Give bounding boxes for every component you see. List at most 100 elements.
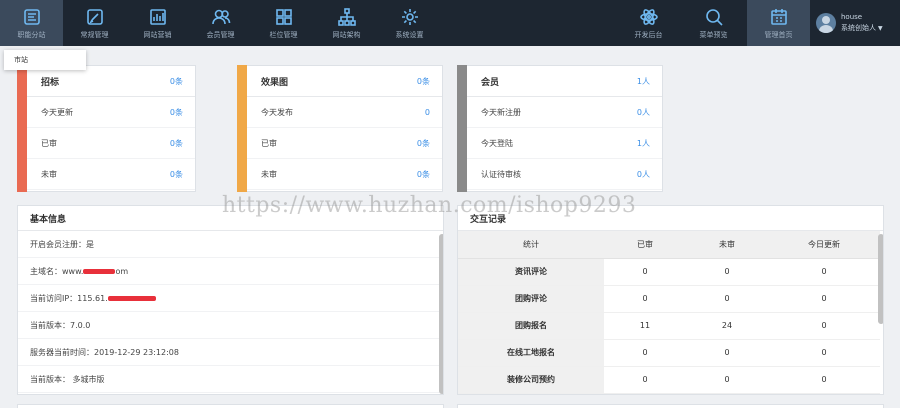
nav-item-branch[interactable]: 职能分站 (0, 0, 63, 46)
user-name: house (841, 13, 863, 21)
card-bidding: 招标 0条 今天更新 0条 已审 0条 未审 0条 (17, 65, 196, 192)
card-row-label: 已审 (41, 138, 57, 148)
calendar-icon (770, 8, 787, 25)
card-header: 会员 1人 (467, 66, 662, 97)
card-row-value[interactable]: 0条 (417, 169, 430, 180)
nav-item-menu-preview[interactable]: 菜单预览 (682, 0, 745, 46)
card-row-value[interactable]: 0 (425, 108, 430, 117)
sitemap-icon (337, 7, 356, 26)
card-row-value[interactable]: 0条 (170, 107, 183, 118)
cell: 0 (686, 258, 768, 286)
card-row: 今天登陆 1人 (467, 128, 662, 159)
row-label: 装修公司预约 (458, 366, 604, 394)
cell: 0 (768, 339, 880, 367)
user-role: 系统创始人 (841, 24, 876, 32)
nav-label: 职能分站 (17, 30, 46, 39)
table-row: 在线工地报名 0 0 0 (458, 339, 880, 367)
watermark: https://www.huzhan.com/ishop9293 (222, 193, 637, 218)
card-row-label: 今天登陆 (481, 138, 513, 148)
nav-label: 菜单预览 (699, 30, 728, 39)
cell: 24 (686, 312, 768, 340)
cell: 0 (686, 366, 768, 394)
card-row-value[interactable]: 0条 (417, 138, 430, 149)
cell: 0 (768, 258, 880, 286)
panel-edge (457, 404, 884, 408)
card-row: 认证待审核 0人 (467, 159, 662, 190)
nav-item-columns[interactable]: 栏位管理 (252, 0, 315, 46)
table-row: 团购报名 11 24 0 (458, 312, 880, 340)
card-row: 未审 0条 (247, 159, 442, 190)
card-renderings: 效果图 0条 今天发布 0 已审 0条 未审 0条 (237, 65, 443, 192)
edit-icon (86, 8, 103, 25)
nav-label: 网站营销 (143, 30, 172, 39)
cell: 0 (604, 258, 686, 286)
card-row-label: 今天发布 (261, 107, 293, 117)
user-menu[interactable]: house 系统创始人 ▼ (816, 0, 900, 46)
caret-down-icon: ▼ (878, 25, 883, 32)
info-row: 当前访问IP：115.61. (18, 285, 443, 312)
row-label: 团购评论 (458, 285, 604, 313)
cell: 0 (686, 339, 768, 367)
redaction-mark (107, 295, 156, 301)
card-row-value[interactable]: 0条 (170, 169, 183, 180)
row-label: 资讯评论 (458, 258, 604, 286)
card-header: 招标 0条 (27, 66, 195, 97)
card-row-value[interactable]: 0人 (637, 107, 650, 118)
scrollbar[interactable] (878, 234, 883, 324)
search-icon (705, 8, 723, 26)
info-text: 主域名：www. (30, 266, 84, 276)
card-members: 会员 1人 今天新注册 0人 今天登陆 1人 认证待审核 0人 (457, 65, 663, 192)
info-row: 开启会员注册：是 (18, 231, 443, 258)
card-total[interactable]: 0条 (417, 76, 430, 87)
nav-item-dev-backend[interactable]: 开发后台 (617, 0, 680, 46)
card-accent-bar (237, 65, 247, 192)
cell: 11 (604, 312, 686, 340)
card-row-label: 今天新注册 (481, 107, 521, 117)
cell: 0 (768, 366, 880, 394)
card-accent-bar (17, 65, 27, 192)
column-header: 统计 (458, 231, 604, 259)
card-row: 已审 0条 (247, 128, 442, 159)
nav-label: 常规管理 (80, 30, 109, 39)
card-row-label: 未审 (41, 169, 57, 179)
table-header-row: 统计 已审 未审 今日更新 (458, 231, 880, 259)
nav-label: 网站架构 (332, 30, 361, 39)
table-row: 装修公司预约 0 0 0 (458, 366, 880, 394)
nav-item-admin-home[interactable]: 管理首页 (747, 0, 810, 46)
nav-item-marketing[interactable]: 网站营销 (126, 0, 189, 46)
card-row: 未审 0条 (27, 159, 195, 190)
card-total[interactable]: 0条 (170, 76, 183, 87)
row-label: 在线工地报名 (458, 339, 604, 367)
card-title: 会员 (481, 77, 500, 88)
cell: 0 (604, 285, 686, 313)
dropdown-item-city-site[interactable]: 市站 (14, 56, 28, 64)
basic-info-panel: 基本信息 开启会员注册：是 主域名：www. om 当前访问IP：115.61. … (17, 205, 444, 395)
cell: 0 (604, 366, 686, 394)
card-row-value[interactable]: 0条 (170, 138, 183, 149)
info-text: 当前版本：7.0.0 (30, 320, 91, 330)
nav-item-settings[interactable]: 系统设置 (378, 0, 441, 46)
card-row: 今天发布 0 (247, 97, 442, 128)
nav-item-members[interactable]: 会员管理 (189, 0, 252, 46)
card-accent-bar (457, 65, 467, 192)
nav-label: 管理首页 (764, 30, 793, 39)
column-header: 未审 (686, 231, 768, 259)
branch-dropdown: 市站 (4, 50, 86, 70)
chart-icon (149, 8, 166, 25)
nav-item-general[interactable]: 常规管理 (63, 0, 126, 46)
cell: 0 (604, 339, 686, 367)
info-row: 当前版本：7.0.0 (18, 312, 443, 339)
card-row-value[interactable]: 1人 (637, 138, 650, 149)
atom-icon (639, 8, 658, 25)
card-row-value[interactable]: 0人 (637, 169, 650, 180)
scrollbar[interactable] (439, 234, 443, 394)
card-row: 今天新注册 0人 (467, 97, 662, 128)
card-total[interactable]: 1人 (637, 76, 650, 87)
panel-edge (17, 404, 444, 408)
info-text: 当前访问IP：115.61. (30, 293, 108, 303)
category-icon (23, 8, 40, 25)
nav-item-site-structure[interactable]: 网站架构 (315, 0, 378, 46)
table-row: 资讯评论 0 0 0 (458, 258, 880, 286)
table-row: 团购评论 0 0 0 (458, 285, 880, 313)
redaction-mark (83, 268, 116, 274)
